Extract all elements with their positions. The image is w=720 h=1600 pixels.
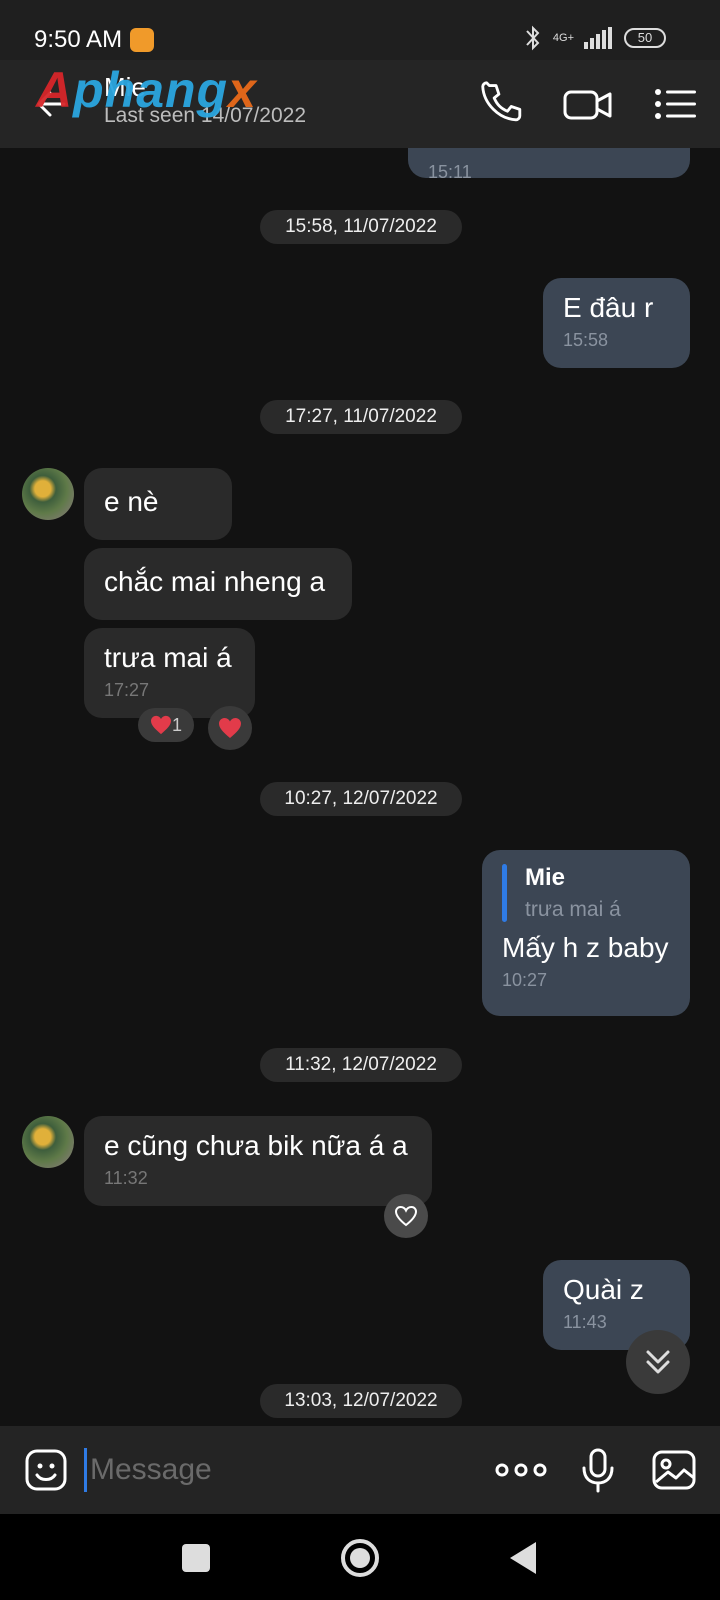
message-text: Mấy h z baby	[502, 932, 669, 963]
reply-quote[interactable]: Mie trưa mai á	[502, 864, 670, 922]
network-type: 4G+	[552, 31, 574, 44]
message-text: trưa mai á	[104, 642, 232, 673]
status-time: 9:50 AM	[34, 26, 123, 53]
message-time: 15:58	[563, 330, 609, 350]
react-button[interactable]	[208, 706, 252, 750]
status-icons: 4G+ 50	[523, 24, 666, 52]
message-text: chắc mai nheng a	[104, 566, 326, 597]
message-bubble-outgoing[interactable]: 15:11	[408, 148, 690, 182]
heart-icon	[150, 715, 171, 735]
status-bar: 9:50 AM 4G+ 50	[0, 0, 720, 60]
recent-apps-icon[interactable]	[174, 1536, 218, 1580]
message-bubble-incoming[interactable]: e nè	[84, 468, 232, 540]
back-icon[interactable]	[502, 1536, 546, 1580]
reply-author: Mie	[525, 864, 566, 891]
message-time: 11:32	[104, 1168, 148, 1188]
date-separator: 15:58, 11/07/2022	[260, 210, 462, 244]
message-time: 17:27	[104, 680, 150, 700]
more-options-icon[interactable]	[494, 1446, 548, 1494]
heart-icon	[219, 718, 241, 738]
message-input[interactable]	[90, 1444, 470, 1496]
home-icon[interactable]	[338, 1536, 382, 1580]
app-notification-icon	[130, 28, 154, 52]
signal-icon	[584, 27, 612, 49]
phone-icon[interactable]	[478, 80, 526, 128]
last-seen-status: Last seen 14/07/2022	[104, 104, 307, 127]
message-text: e cũng chưa bik nữa á a	[104, 1130, 408, 1161]
react-button[interactable]	[384, 1194, 428, 1238]
menu-list-icon[interactable]	[654, 80, 698, 128]
message-time: 10:27	[502, 970, 548, 990]
message-bubble-incoming[interactable]: e cũng chưa bik nữa á a 11:32	[84, 1116, 432, 1206]
message-composer	[0, 1426, 720, 1514]
text-caret	[84, 1448, 87, 1492]
date-separator: 17:27, 11/07/2022	[260, 400, 462, 434]
bluetooth-icon	[526, 25, 540, 51]
chat-header: Mie Last seen 14/07/2022 Aphangx	[0, 60, 720, 148]
message-text: e nè	[104, 486, 159, 517]
message-bubble-incoming[interactable]: chắc mai nheng a	[84, 548, 352, 620]
message-bubble-outgoing[interactable]: Mie trưa mai á Mấy h z baby 10:27	[482, 850, 690, 1016]
date-separator: 13:03, 12/07/2022	[260, 1384, 462, 1418]
reply-text: trưa mai á	[525, 898, 621, 921]
heart-outline-icon	[394, 1205, 418, 1227]
video-camera-icon[interactable]	[562, 80, 614, 128]
system-navigation-bar	[0, 1514, 720, 1600]
scroll-to-bottom-button[interactable]	[626, 1330, 690, 1394]
message-text: Quài z	[563, 1274, 644, 1305]
microphone-icon[interactable]	[574, 1446, 622, 1494]
message-text: E đâu r	[563, 292, 654, 323]
back-arrow-icon[interactable]	[30, 82, 74, 126]
message-bubble-incoming[interactable]: trưa mai á 17:27	[84, 628, 255, 718]
reply-accent-bar	[502, 864, 507, 922]
contact-name[interactable]: Mie	[104, 72, 146, 103]
message-time: 15:11	[428, 162, 472, 182]
message-bubble-outgoing[interactable]: E đâu r 15:58	[543, 278, 690, 368]
contact-avatar[interactable]	[22, 1116, 74, 1168]
message-list[interactable]: 15:11 15:58, 11/07/2022 E đâu r 15:58 17…	[0, 148, 720, 1426]
battery-indicator: 50	[624, 28, 666, 48]
date-separator: 10:27, 12/07/2022	[260, 782, 462, 816]
date-separator: 11:32, 12/07/2022	[260, 1048, 462, 1082]
gallery-icon[interactable]	[650, 1446, 698, 1494]
emoji-icon[interactable]	[22, 1446, 70, 1494]
reaction-count-badge[interactable]: 1	[138, 708, 194, 742]
double-chevron-down-icon	[646, 1350, 670, 1374]
contact-avatar[interactable]	[22, 468, 74, 520]
reaction-count: 1	[171, 714, 182, 735]
